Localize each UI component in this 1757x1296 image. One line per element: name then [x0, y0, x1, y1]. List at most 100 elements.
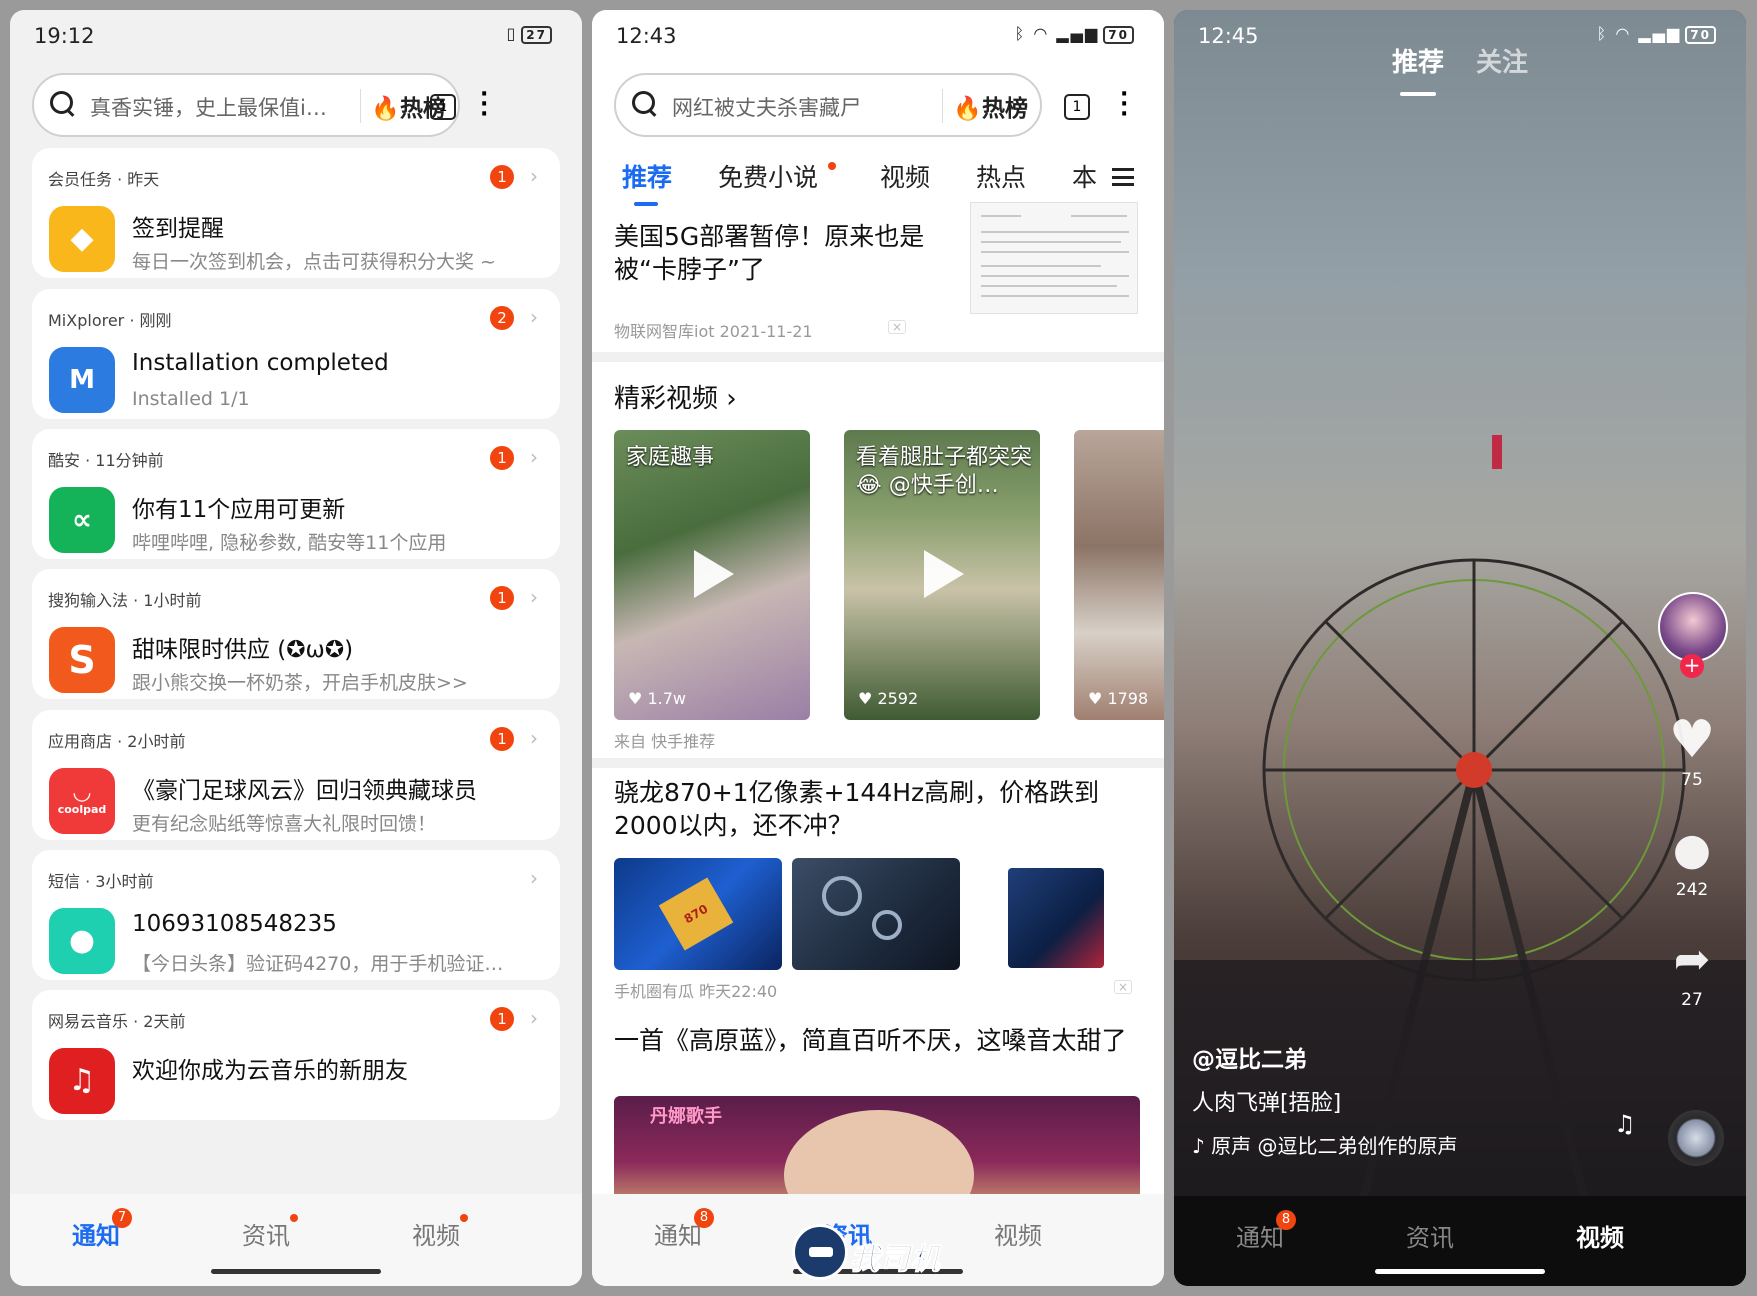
share-button[interactable]: ➦ 27 [1652, 930, 1732, 1010]
heart-icon: ♥ [1652, 710, 1732, 770]
chevron-right-icon[interactable]: › [530, 726, 538, 750]
creator-avatar[interactable] [1658, 592, 1728, 662]
video-player[interactable] [1174, 10, 1746, 1196]
comment-count: 242 [1652, 880, 1732, 900]
notification-card[interactable]: 搜狗输入法 · 1小时前 1 › S 甜味限时供应 (✪ω✪) 跟小熊交换一杯奶… [32, 569, 560, 699]
like-button[interactable]: ♥ 75 [1652, 710, 1732, 790]
nav-news[interactable]: 资讯 [242, 1216, 290, 1251]
chevron-right-icon[interactable]: › [530, 1006, 538, 1030]
chip-icon: 870 [659, 877, 733, 950]
video-likes: ♥ 2592 [858, 689, 918, 708]
chevron-right-icon[interactable]: › [530, 866, 538, 890]
channel-menu-icon[interactable] [1112, 168, 1134, 186]
nav-video[interactable]: 视频 [994, 1216, 1042, 1251]
unread-badge: 2 [490, 306, 514, 330]
follow-plus-icon[interactable]: + [1680, 654, 1704, 678]
chevron-right-icon[interactable]: › [530, 164, 538, 188]
article-thumbnail[interactable] [970, 202, 1138, 314]
search-bar[interactable]: 网红被丈夫杀害藏尸 🔥热榜 [614, 73, 1042, 137]
tab-hot[interactable]: 热点 [976, 158, 1026, 194]
divider [592, 758, 1164, 768]
notification-subtitle: 跟小熊交换一杯奶茶，开启手机皮肤>> [132, 668, 540, 695]
comment-icon: ● [1652, 820, 1732, 880]
dismiss-icon[interactable]: × [1114, 980, 1132, 994]
more-menu-icon[interactable]: ··· [480, 90, 486, 120]
article-title[interactable]: 骁龙870+1亿像素+144Hz高刷，价格跌到2000以内，还不冲？ [614, 776, 1114, 842]
video-section-title[interactable]: 精彩视频 › [614, 378, 737, 415]
status-bar: 12:45 ᛒ ◠ ▂▄▆70 [1174, 10, 1746, 60]
netease-music-icon: ♫ [49, 1048, 115, 1114]
chevron-right-icon[interactable]: › [530, 445, 538, 469]
nav-video[interactable]: 视频 [412, 1216, 460, 1251]
hot-list-button[interactable]: 🔥热榜 [942, 89, 1028, 123]
notification-subtitle: 哔哩哔哩, 隐秘参数, 酷安等11个应用 [132, 528, 540, 555]
article-image[interactable] [792, 858, 960, 970]
bluetooth-icon: ᛒ [1597, 24, 1609, 43]
video-author[interactable]: @逗比二弟 [1192, 1040, 1307, 1074]
tab-count-button[interactable]: 1 [430, 94, 456, 120]
diamond-icon: ◆ [49, 206, 115, 272]
search-placeholder: 网红被丈夫杀害藏尸 [672, 92, 922, 122]
notify-badge: 7 [112, 1208, 132, 1228]
video-thumbnail[interactable]: 家庭趣事 ♥ 1.7w [614, 430, 810, 720]
search-bar[interactable]: 真香实锤，史上最保值i… 🔥热榜 [32, 73, 460, 137]
article-title[interactable]: 美国5G部署暂停！原来也是被“卡脖子”了 [614, 220, 954, 286]
chevron-right-icon[interactable]: › [530, 585, 538, 609]
tab-novel[interactable]: 免费小说 [718, 158, 818, 194]
more-menu-icon[interactable]: ··· [1120, 90, 1126, 120]
article-image[interactable] [970, 858, 1138, 970]
article-title[interactable]: 一首《高原蓝》，简直百听不厌，这嗓音太甜了 [614, 1024, 1144, 1057]
tab-follow[interactable]: 关注 [1476, 42, 1528, 79]
phone-image [1008, 868, 1104, 968]
search-icon [632, 91, 658, 117]
notification-card[interactable]: MiXplorer · 刚刚 2 › M Installation comple… [32, 289, 560, 419]
topic-tabs: 推荐 免费小说 视频 热点 本 [592, 158, 1164, 208]
unread-badge: 1 [490, 1007, 514, 1031]
notification-subtitle: 更有纪念贴纸等惊喜大礼限时回馈！ [132, 809, 540, 836]
coolpad-icon: ◡coolpad [49, 768, 115, 834]
vibrate-icon: ▯ [506, 24, 517, 43]
home-indicator[interactable] [211, 1269, 381, 1274]
tab-local[interactable]: 本 [1072, 158, 1097, 194]
nav-news[interactable]: 资讯 [1406, 1218, 1454, 1253]
signal-icon: ▂▄▆ [1056, 24, 1099, 43]
tab-underline [634, 202, 658, 206]
video-thumbnail[interactable]: 看着腿肚子都突突😂 @快手创… ♥ 2592 [844, 430, 1040, 720]
status-time: 12:45 [1198, 24, 1259, 48]
notification-card[interactable]: 会员任务 · 昨天 1 › ◆ 签到提醒 每日一次签到机会，点击可获得积分大奖 … [32, 148, 560, 278]
tab-video[interactable]: 视频 [880, 158, 930, 194]
coolpad-wordmark: coolpad [58, 803, 107, 816]
bottom-nav: 通知 8 资讯 视频 [1174, 1196, 1746, 1286]
video-thumbnail[interactable]: ♥ 1798 [1074, 430, 1164, 720]
dismiss-icon[interactable]: × [888, 320, 906, 334]
music-disc-icon[interactable] [1668, 1110, 1724, 1166]
mixplorer-icon: M [49, 347, 115, 413]
home-indicator[interactable] [1375, 1269, 1545, 1274]
face-image [784, 1110, 974, 1206]
notification-title: Installation completed [132, 350, 389, 376]
news-screen: 12:43 ᛒ ◠ ▂▄▆70 网红被丈夫杀害藏尸 🔥热榜 1 ··· 推荐 免… [592, 10, 1164, 1286]
notification-card[interactable]: 酷安 · 11分钟前 1 › ∝ 你有11个应用可更新 哔哩哔哩, 隐秘参数, … [32, 429, 560, 559]
chevron-right-icon[interactable]: › [530, 305, 538, 329]
tab-recommend[interactable]: 推荐 [1392, 42, 1444, 79]
play-icon [694, 550, 734, 598]
notification-card[interactable]: 网易云音乐 · 2天前 1 › ♫ 欢迎你成为云音乐的新朋友 [32, 990, 560, 1120]
notification-card[interactable]: 应用商店 · 2小时前 1 › ◡coolpad 《豪门足球风云》回归领典藏球员… [32, 710, 560, 840]
signal-icon: ▂▄▆ [1638, 24, 1681, 43]
tab-recommend[interactable]: 推荐 [622, 158, 672, 194]
notification-source: MiXplorer · 刚刚 [48, 307, 172, 331]
search-icon [50, 91, 76, 117]
video-music[interactable]: ♪ 原声 @逗比二弟创作的原声 [1192, 1130, 1457, 1159]
comment-button[interactable]: ● 242 [1652, 820, 1732, 900]
status-time: 12:43 [616, 24, 677, 48]
nav-video[interactable]: 视频 [1576, 1218, 1624, 1253]
bottom-nav: 通知 7 资讯 视频 [10, 1194, 582, 1286]
tab-count-button[interactable]: 1 [1064, 94, 1090, 120]
notification-source: 会员任务 · 昨天 [48, 166, 159, 190]
article-image[interactable]: 丹娜歌手 [614, 1096, 1140, 1206]
notification-title: 签到提醒 [132, 209, 224, 243]
search-placeholder: 真香实锤，史上最保值i… [90, 92, 340, 122]
notification-card[interactable]: 短信 · 3小时前 › ● 10693108548235 【今日头条】验证码42… [32, 850, 560, 980]
article-image[interactable]: 870 [614, 858, 782, 970]
notify-badge: 8 [694, 1208, 714, 1228]
